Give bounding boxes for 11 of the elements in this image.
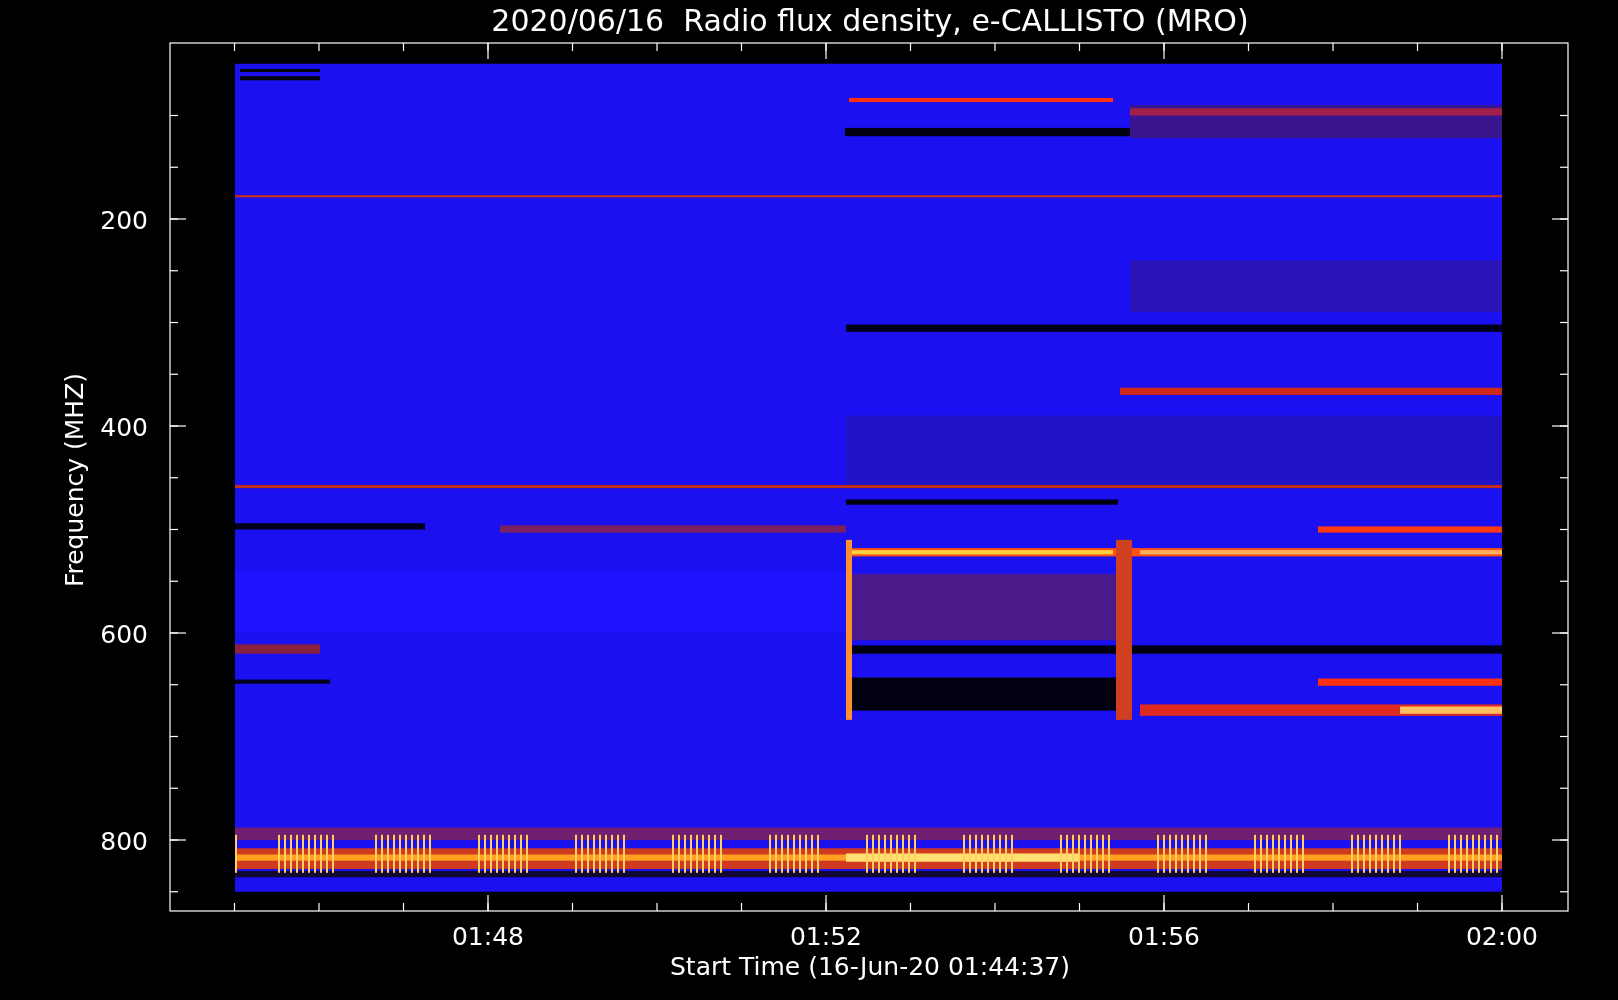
x-tick-label: 01:52: [790, 922, 862, 951]
x-tick-label: 01:48: [452, 922, 524, 951]
x-tick-label: 01:56: [1128, 922, 1200, 951]
y-tick-label: 400: [100, 413, 148, 442]
y-tick-label: 800: [100, 827, 148, 856]
chart-title: 2020/06/16 Radio flux density, e-CALLISTO (MRO): [491, 3, 1249, 38]
x-tick-label: 02:00: [1466, 922, 1538, 951]
y-axis-label: Frequency (MHZ): [60, 372, 89, 588]
y-tick-label: 200: [100, 206, 148, 235]
y-tick-label: 600: [100, 620, 148, 649]
x-axis-label: Start Time (16-Jun-20 01:44:37): [670, 952, 1070, 981]
